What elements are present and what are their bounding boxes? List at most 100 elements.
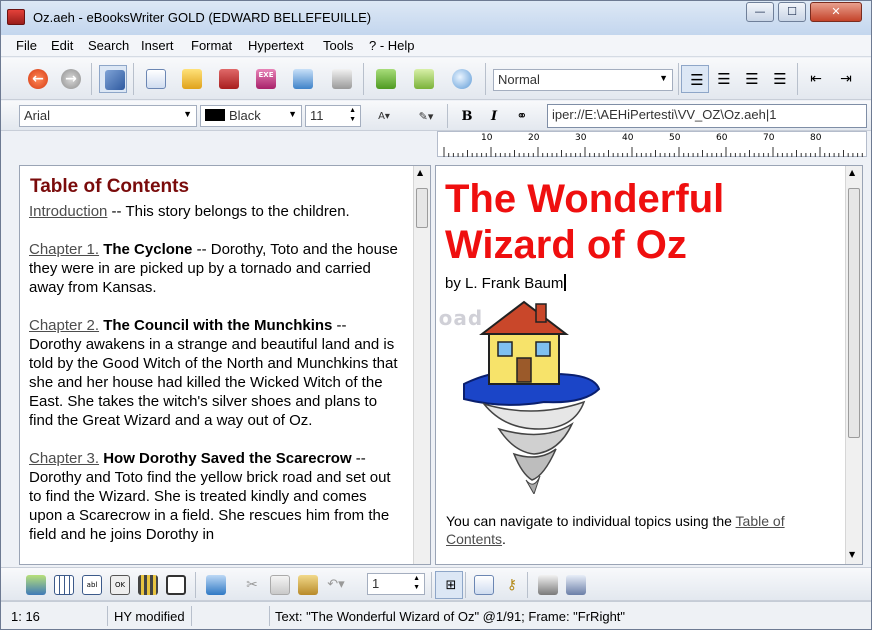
- align-center-icon: ☰: [717, 70, 731, 88]
- maximize-button[interactable]: ☐: [778, 2, 806, 22]
- print-button[interactable]: [327, 65, 355, 93]
- decrease-indent-button[interactable]: ⇤: [801, 65, 829, 93]
- print-preview-button[interactable]: [561, 571, 589, 599]
- window-title: Oz.aeh - eBooksWriter GOLD (EDWARD BELLE…: [33, 10, 372, 25]
- insert-media-button[interactable]: [133, 571, 161, 599]
- bold-label: B: [461, 109, 473, 124]
- font-select-value: Arial: [24, 108, 51, 123]
- highlight-button[interactable]: ✎▾: [411, 103, 439, 131]
- toc-entry-heading: The Council with the Munchkins: [99, 317, 333, 334]
- style-select-value: Normal: [498, 72, 540, 87]
- align-left-button[interactable]: ☰: [681, 65, 709, 93]
- undo-button[interactable]: ↶▾: [321, 571, 349, 599]
- hyperlink-address-field[interactable]: iper://E:\AEHiPertesti\VV_OZ\Oz.aeh|1: [547, 104, 867, 128]
- copy-button[interactable]: [265, 571, 293, 599]
- printer-icon: [332, 69, 352, 89]
- font-select[interactable]: Arial ▼: [19, 105, 197, 127]
- style-select[interactable]: Normal ▼: [493, 69, 673, 91]
- grid-view-button[interactable]: ⊞: [435, 571, 463, 599]
- ruler-label: 30: [575, 133, 587, 143]
- font-size-stepper[interactable]: 11 ▲ ▼: [305, 105, 361, 127]
- menu-search[interactable]: Search: [88, 38, 129, 53]
- toc-entry: Introduction -- This story belongs to th…: [29, 202, 399, 221]
- page-icon: [474, 575, 494, 595]
- horizontal-ruler[interactable]: 10 20 30 40 50 60 70 80: [437, 131, 867, 157]
- new-button[interactable]: [141, 65, 169, 93]
- jump-button[interactable]: [201, 571, 229, 599]
- align-right-icon: ☰: [745, 70, 759, 88]
- save-button[interactable]: [214, 65, 242, 93]
- scroll-up-icon[interactable]: ▲: [417, 168, 423, 177]
- menu-insert[interactable]: Insert: [141, 38, 174, 53]
- menu-file[interactable]: File: [16, 38, 37, 53]
- insert-button-button[interactable]: OK: [105, 571, 133, 599]
- open-button[interactable]: [177, 65, 205, 93]
- status-bar: 1: 16 HY modified Text: "The Wonderful W…: [1, 601, 871, 629]
- toc-entry: Chapter 1. The Cyclone -- Dorothy, Toto …: [29, 240, 399, 297]
- content-frame[interactable]: The Wonderful Wizard of Oz by L. Frank B…: [435, 165, 863, 565]
- ruler-label: 80: [810, 133, 822, 143]
- scroll-up-icon[interactable]: ▲: [849, 168, 855, 177]
- toc-link-chapter-1[interactable]: Chapter 1.: [29, 241, 99, 258]
- nav-hint-suffix: .: [502, 531, 506, 547]
- align-justify-button[interactable]: ☰: [765, 65, 793, 93]
- zoom-stepper[interactable]: 1 ▲ ▼: [367, 573, 425, 595]
- ruler-ticks: [443, 147, 863, 157]
- page-properties-button[interactable]: [469, 571, 497, 599]
- text-color-button[interactable]: A▾: [369, 103, 397, 131]
- app-book-icon[interactable]: [7, 9, 25, 25]
- menu-help[interactable]: ? - Help: [369, 38, 415, 53]
- align-justify-icon: ☰: [773, 70, 787, 88]
- insert-table-button[interactable]: [49, 571, 77, 599]
- toc-link-chapter-2[interactable]: Chapter 2.: [29, 317, 99, 334]
- object-toolbar: abl OK ✂ ↶▾ 1 ▲ ▼ ⊞ ⚷: [1, 567, 871, 601]
- find-button[interactable]: [447, 65, 475, 93]
- minimize-button[interactable]: —: [746, 2, 774, 22]
- italic-label: I: [490, 109, 498, 124]
- forward-button[interactable]: →: [56, 65, 84, 93]
- hyperlink-button[interactable]: ⚭: [507, 103, 535, 131]
- scroll-down-icon[interactable]: ▼: [849, 550, 855, 559]
- bold-button[interactable]: B: [452, 103, 480, 131]
- book-button[interactable]: [371, 65, 399, 93]
- close-button[interactable]: ✕: [810, 2, 862, 22]
- content-scrollbar[interactable]: ▲ ▼: [845, 166, 862, 564]
- menu-tools[interactable]: Tools: [323, 38, 353, 53]
- compile-exe-button[interactable]: EXE: [251, 65, 279, 93]
- content-scroll-thumb[interactable]: [848, 188, 860, 438]
- align-center-button[interactable]: ☰: [709, 65, 737, 93]
- menu-format[interactable]: Format: [191, 38, 232, 53]
- jump-arrow-icon: [206, 575, 226, 595]
- insert-frame-button[interactable]: [161, 571, 189, 599]
- preview-book-button[interactable]: [409, 65, 437, 93]
- toc-entry: Chapter 2. The Council with the Munchkin…: [29, 316, 399, 430]
- color-select[interactable]: Black ▼: [200, 105, 302, 127]
- cut-button[interactable]: ✂: [237, 571, 265, 599]
- insert-label-button[interactable]: abl: [77, 571, 105, 599]
- toc-scroll-thumb[interactable]: [416, 188, 428, 228]
- printer-settings-icon: [538, 575, 558, 595]
- toc-link-chapter-3[interactable]: Chapter 3.: [29, 450, 99, 467]
- edit-mode-button[interactable]: [99, 65, 127, 93]
- printer-preview-icon: [566, 575, 586, 595]
- insert-image-button[interactable]: [21, 571, 49, 599]
- book-icon: [376, 69, 396, 89]
- export-button[interactable]: [288, 65, 316, 93]
- print-setup-button[interactable]: [533, 571, 561, 599]
- ruler-label: 70: [763, 133, 775, 143]
- menu-hypertext[interactable]: Hypertext: [248, 38, 304, 53]
- paste-button[interactable]: [293, 571, 321, 599]
- toc-frame[interactable]: Table of Contents Introduction -- This s…: [19, 165, 431, 565]
- increase-indent-button[interactable]: ⇥: [831, 65, 859, 93]
- stepper-arrows-icon[interactable]: ▲ ▼: [349, 106, 356, 124]
- italic-button[interactable]: I: [479, 103, 507, 131]
- align-right-button[interactable]: ☰: [737, 65, 765, 93]
- toc-link-introduction[interactable]: Introduction: [29, 203, 107, 220]
- password-button[interactable]: ⚷: [497, 571, 525, 599]
- menu-edit[interactable]: Edit: [51, 38, 73, 53]
- indent-icon: ⇥: [840, 71, 852, 87]
- ok-button-icon: OK: [110, 575, 130, 595]
- stepper-arrows-icon[interactable]: ▲ ▼: [413, 574, 420, 592]
- toc-scrollbar[interactable]: ▲: [413, 166, 430, 564]
- back-button[interactable]: ←: [23, 65, 51, 93]
